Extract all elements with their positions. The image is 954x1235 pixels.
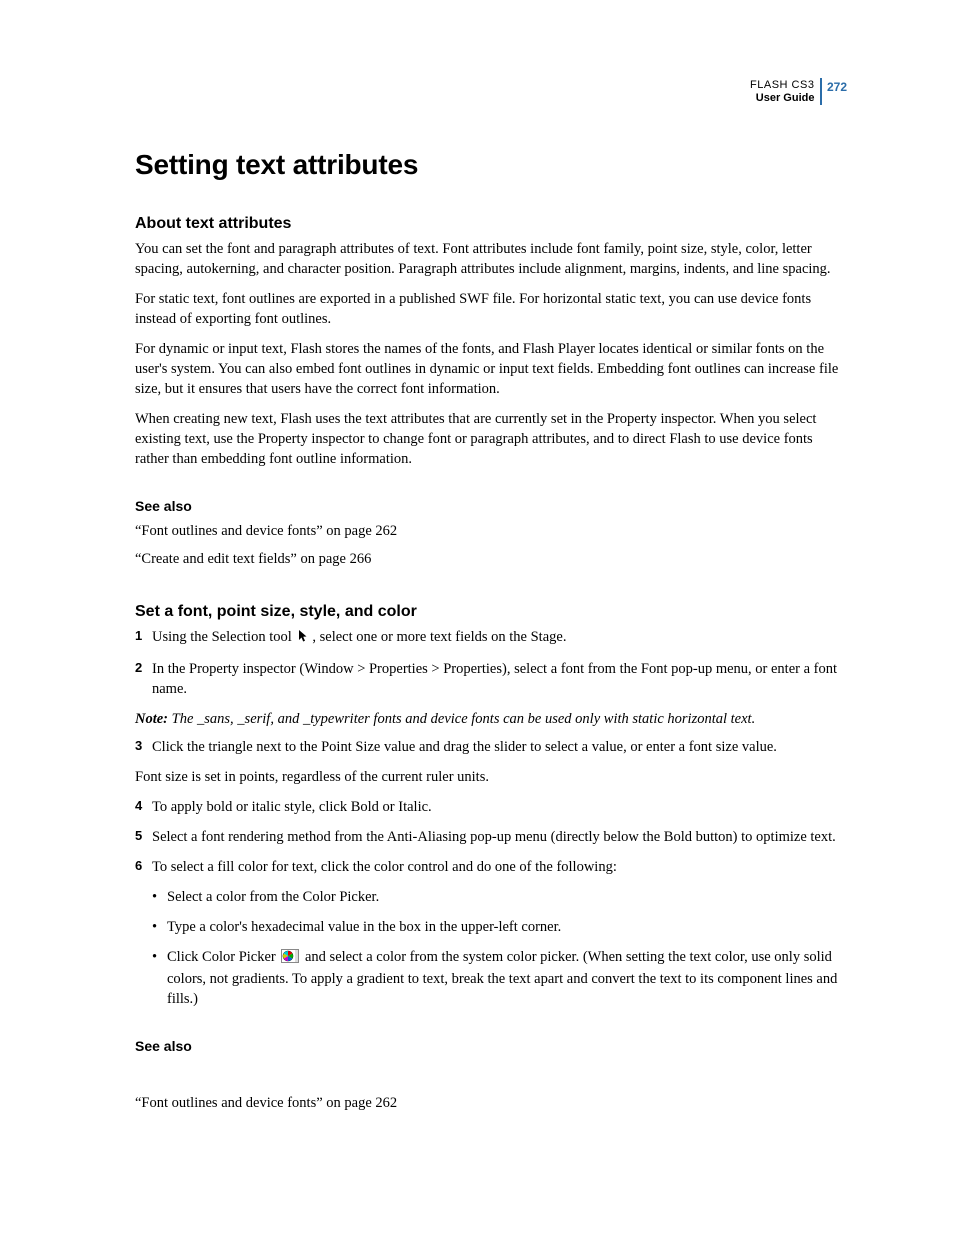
step-number: 2 (135, 659, 142, 677)
step-6: 6 To select a fill color for text, click… (135, 857, 847, 877)
page-container: FLASH CS3 User Guide 272 Setting text at… (135, 78, 847, 1121)
step-1-text-b: , select one or more text fields on the … (312, 629, 566, 645)
about-p2: For static text, font outlines are expor… (135, 289, 847, 329)
step-1: 1 Using the Selection tool , select one … (135, 627, 847, 649)
page-content: Setting text attributes About text attri… (135, 146, 847, 1113)
steps-list: 1 Using the Selection tool , select one … (135, 627, 847, 699)
see-also-link-1[interactable]: “Font outlines and device fonts” on page… (135, 521, 847, 541)
step-number: 1 (135, 627, 142, 645)
see-also-heading-1: See also (135, 497, 847, 516)
see-also-heading-2: See also (135, 1037, 847, 1056)
step-2: 2 In the Property inspector (Window > Pr… (135, 659, 847, 699)
step-2-text: In the Property inspector (Window > Prop… (152, 661, 837, 697)
step-5-text: Select a font rendering method from the … (152, 829, 836, 845)
step-number: 3 (135, 737, 142, 755)
about-p3: For dynamic or input text, Flash stores … (135, 339, 847, 399)
page-number: 272 (822, 78, 847, 105)
bullet-3: Click Color Picker and select a color fr… (152, 947, 847, 1009)
guide-name: User Guide (750, 92, 814, 105)
steps-list-3: 4 To apply bold or italic style, click B… (135, 797, 847, 877)
bullet-1: Select a color from the Color Picker. (152, 887, 847, 907)
page-title: Setting text attributes (135, 146, 847, 185)
bullets-list: Select a color from the Color Picker. Ty… (135, 887, 847, 1009)
about-p1: You can set the font and paragraph attri… (135, 239, 847, 279)
step-3-text: Click the triangle next to the Point Siz… (152, 739, 777, 755)
step-1-text-a: Using the Selection tool (152, 629, 295, 645)
page-header: FLASH CS3 User Guide 272 (750, 78, 847, 105)
step-number: 4 (135, 797, 142, 815)
see-also-link-2[interactable]: “Create and edit text fields” on page 26… (135, 549, 847, 569)
step-4-text: To apply bold or italic style, click Bol… (152, 799, 432, 815)
about-p4: When creating new text, Flash uses the t… (135, 409, 847, 469)
note-body: The _sans, _serif, and _typewriter fonts… (168, 711, 755, 727)
bullet-2: Type a color's hexadecimal value in the … (152, 917, 847, 937)
bullet-1-text: Select a color from the Color Picker. (167, 889, 379, 905)
bullet-3-text-a: Click Color Picker (167, 949, 279, 965)
step-6-text: To select a fill color for text, click t… (152, 859, 617, 875)
bullet-2-text: Type a color's hexadecimal value in the … (167, 919, 561, 935)
see-also-link-3[interactable]: “Font outlines and device fonts” on page… (135, 1093, 847, 1113)
header-text: FLASH CS3 User Guide (750, 78, 820, 105)
step-number: 6 (135, 857, 142, 875)
about-heading: About text attributes (135, 213, 847, 235)
step-5: 5 Select a font rendering method from th… (135, 827, 847, 847)
note-label: Note: (135, 711, 168, 727)
product-name: FLASH CS3 (750, 79, 814, 92)
color-picker-icon (281, 949, 299, 969)
step-number: 5 (135, 827, 142, 845)
note: Note: The _sans, _serif, and _typewriter… (135, 709, 847, 729)
after-step-3: Font size is set in points, regardless o… (135, 767, 847, 787)
set-heading: Set a font, point size, style, and color (135, 601, 847, 623)
step-3: 3 Click the triangle next to the Point S… (135, 737, 847, 757)
steps-list-2: 3 Click the triangle next to the Point S… (135, 737, 847, 757)
selection-tool-icon (297, 629, 310, 649)
step-4: 4 To apply bold or italic style, click B… (135, 797, 847, 817)
